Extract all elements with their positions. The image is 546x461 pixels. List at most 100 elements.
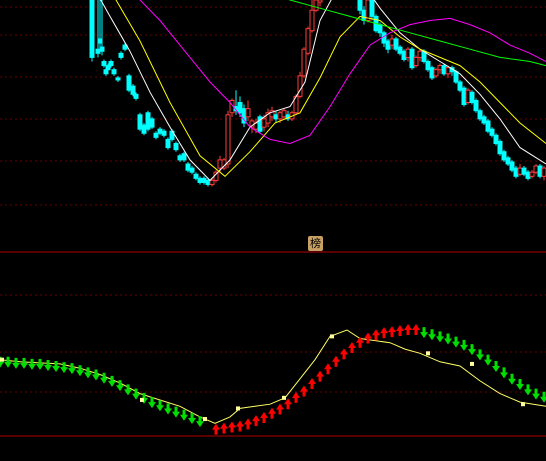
up-arrow-icon — [260, 411, 268, 423]
candle-body — [157, 128, 163, 134]
candle-body — [537, 165, 543, 177]
up-arrow-icon — [380, 327, 388, 339]
candle-body — [108, 61, 114, 67]
indicator-marker — [236, 406, 240, 411]
indicator-marker — [330, 334, 334, 339]
candle-body — [313, 0, 319, 11]
up-arrow-icon — [228, 421, 236, 433]
candle-body — [177, 155, 183, 161]
chart-area: 榜 — [0, 0, 546, 461]
candle-body — [145, 112, 151, 130]
candle-body — [133, 93, 139, 99]
up-arrow-icon — [412, 324, 420, 335]
candle-body — [137, 114, 143, 130]
up-arrow-icon — [332, 355, 340, 367]
candle-body — [153, 132, 159, 138]
candle-body — [417, 50, 423, 58]
down-arrow-icon — [516, 379, 524, 391]
up-arrow-icon — [340, 348, 348, 360]
down-arrow-icon — [444, 333, 452, 345]
candle-body — [115, 77, 121, 81]
candle-body — [201, 177, 207, 183]
candle-body — [99, 46, 105, 52]
down-arrow-icon — [76, 365, 84, 377]
indicator-marker — [282, 395, 286, 400]
down-arrow-icon — [476, 349, 484, 361]
up-arrow-icon — [236, 420, 244, 432]
candle-body — [517, 167, 523, 175]
up-arrow-icon — [220, 422, 228, 434]
candle-body — [261, 118, 267, 128]
up-arrow-icon — [252, 415, 260, 427]
down-arrow-icon — [460, 339, 468, 351]
candle-body — [277, 112, 283, 120]
candle-body — [529, 171, 535, 177]
candle-body — [493, 134, 499, 145]
indicator-marker — [470, 361, 474, 366]
candle-body — [485, 120, 491, 132]
down-arrow-icon — [12, 357, 20, 369]
candle-body — [103, 69, 109, 75]
candle-body — [89, 0, 95, 58]
up-arrow-icon — [404, 324, 412, 335]
candle-body — [397, 46, 403, 54]
indicator-marker — [426, 351, 430, 356]
candle-body — [489, 128, 495, 136]
up-arrow-icon — [396, 325, 404, 337]
down-arrow-icon — [28, 358, 36, 370]
down-arrow-icon — [524, 384, 532, 396]
candle-body — [193, 173, 199, 179]
candle-body — [501, 151, 507, 161]
candle-body — [481, 116, 487, 124]
up-arrow-icon — [324, 363, 332, 375]
candle-body — [126, 75, 132, 91]
candle-body — [441, 65, 447, 75]
candle-body — [161, 130, 167, 136]
up-arrow-icon — [388, 326, 396, 338]
down-arrow-icon — [52, 361, 60, 373]
candle-body — [225, 114, 231, 165]
down-arrow-icon — [428, 329, 436, 341]
candle-body — [433, 69, 439, 77]
candle-body — [389, 38, 395, 46]
candle-body — [357, 0, 363, 11]
candle-body — [149, 118, 155, 128]
candle-body — [465, 89, 471, 103]
candle-body — [521, 167, 527, 175]
up-arrow-icon — [244, 418, 252, 430]
up-arrow-icon — [292, 391, 300, 403]
down-arrow-icon — [492, 361, 500, 373]
up-arrow-icon — [348, 342, 356, 354]
up-arrow-icon — [316, 370, 324, 382]
candle-body — [425, 61, 431, 71]
candle-body — [469, 91, 475, 103]
moving-average-line — [288, 0, 546, 67]
candle-body — [405, 48, 411, 58]
candle-body — [97, 38, 103, 44]
down-arrow-icon — [20, 357, 28, 369]
up-arrow-icon — [276, 403, 284, 415]
candle-body — [437, 65, 443, 71]
down-arrow-icon — [452, 336, 460, 348]
down-arrow-icon — [508, 373, 516, 385]
down-arrow-icon — [4, 356, 12, 368]
candle-body — [273, 114, 279, 120]
candle-body — [95, 48, 101, 54]
candle-body — [141, 124, 147, 134]
candle-body — [361, 9, 367, 21]
down-arrow-icon — [540, 391, 546, 403]
candle-body — [217, 159, 223, 169]
down-arrow-icon — [468, 344, 476, 356]
up-arrow-icon — [372, 329, 380, 341]
up-arrow-icon — [268, 407, 276, 419]
up-arrow-icon — [308, 378, 316, 390]
candle-body — [525, 171, 531, 179]
candle-body — [533, 165, 539, 173]
stock-tag-badge[interactable]: 榜 — [308, 236, 323, 251]
candle-body — [181, 153, 187, 161]
candle-body — [317, 0, 323, 3]
candle-body — [409, 48, 415, 69]
candle-body — [509, 161, 515, 171]
candle-body — [305, 28, 311, 54]
moving-average-line — [100, 0, 546, 182]
